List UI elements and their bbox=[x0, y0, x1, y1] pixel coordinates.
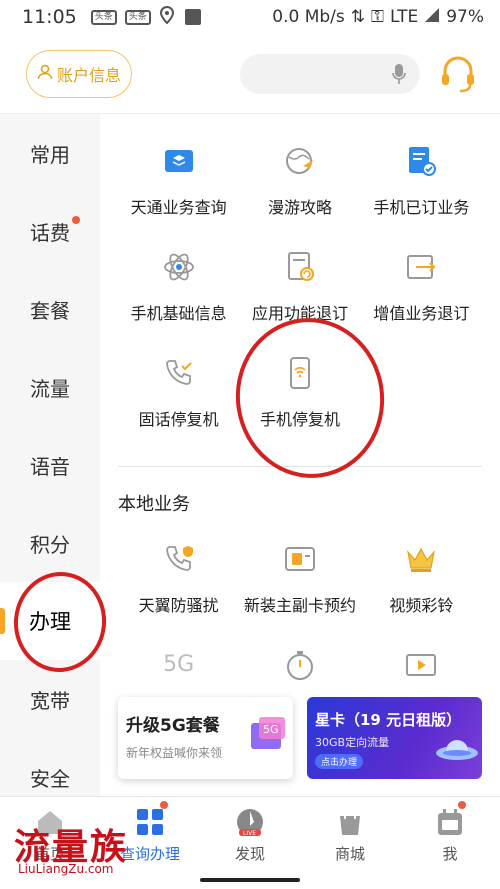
service-label: 新装主副卡预约 bbox=[243, 596, 356, 615]
globe-plane-icon bbox=[283, 144, 317, 178]
notification-dot bbox=[458, 801, 466, 809]
network-speed: 0.0 Mb/s bbox=[272, 7, 345, 27]
crown-icon bbox=[404, 542, 438, 576]
grid-apps-icon bbox=[135, 807, 165, 837]
square-icon bbox=[184, 9, 201, 25]
service-tiantong-query[interactable]: 天通业务查询 bbox=[118, 114, 239, 220]
sidebar-item-broadband[interactable]: 宽带 bbox=[0, 660, 100, 738]
watermark-url: LiuLiangZu.com bbox=[18, 862, 114, 876]
sidebar-item-points[interactable]: 积分 bbox=[0, 504, 100, 582]
service-label: 手机已订业务 bbox=[373, 198, 470, 217]
service-label: 视频彩铃 bbox=[389, 596, 454, 615]
sidebar-item-label: 套餐 bbox=[30, 298, 70, 323]
location-icon bbox=[159, 5, 175, 29]
account-info-label: 账户信息 bbox=[56, 66, 121, 85]
tab-me[interactable]: 我 bbox=[400, 797, 500, 876]
timer-icon bbox=[283, 648, 317, 682]
svg-text:LIVE: LIVE bbox=[243, 830, 256, 837]
5g-gift-icon: 5G bbox=[245, 711, 289, 759]
svg-text:5G: 5G bbox=[263, 723, 279, 736]
shopping-bag-icon bbox=[335, 807, 365, 837]
sidebar-item-common[interactable]: 常用 bbox=[0, 114, 100, 192]
satellite-card-icon bbox=[162, 144, 196, 178]
home-indicator[interactable] bbox=[200, 878, 300, 882]
service-label: 天翼防骚扰 bbox=[138, 596, 219, 615]
account-info-button[interactable]: 账户信息 bbox=[26, 50, 132, 98]
sidebar-item-label: 常用 bbox=[30, 142, 70, 167]
network-type: LTE bbox=[389, 7, 419, 27]
header: 账户信息 bbox=[0, 34, 500, 114]
status-time: 11:05 bbox=[22, 6, 77, 28]
live-compass-icon: LIVE bbox=[235, 807, 265, 837]
service-subscribed[interactable]: 手机已订业务 bbox=[361, 114, 482, 220]
service-phone-basic-info[interactable]: 手机基础信息 bbox=[118, 220, 239, 326]
service-label: 天通业务查询 bbox=[130, 198, 227, 217]
service-anti-harassment[interactable]: 天翼防骚扰 bbox=[118, 512, 239, 618]
video-play-icon bbox=[404, 648, 438, 682]
tab-label: 我 bbox=[442, 845, 458, 863]
promo-5g-upgrade[interactable]: 升级5G套餐 新年权益喊你来领 5G bbox=[118, 697, 293, 779]
sidebar-item-security[interactable]: 安全 bbox=[0, 738, 100, 796]
sidebar-item-label: 安全 bbox=[30, 766, 70, 791]
signal-icon bbox=[424, 7, 440, 28]
5g-icon: 5G bbox=[163, 652, 195, 677]
promo-star-card[interactable]: 星卡（19 元日租版） 30GB定向流量 点击办理 bbox=[307, 697, 482, 779]
data-arrows-icon: ⇅ bbox=[350, 7, 365, 27]
notification-dot bbox=[72, 216, 80, 224]
sidebar-item-voice[interactable]: 语音 bbox=[0, 426, 100, 504]
local-service-grid: 天翼防骚扰 新装主副卡预约 视频彩铃 5G bbox=[118, 512, 482, 724]
tab-label: 查询办理 bbox=[119, 845, 180, 863]
service-vas-unsubscribe[interactable]: 增值业务退订 bbox=[361, 220, 482, 326]
category-sidebar: 常用 话费 套餐 流量 语音 积分 办理 宽带 安全 bbox=[0, 114, 100, 796]
sidebar-item-data[interactable]: 流量 bbox=[0, 348, 100, 426]
tab-discover[interactable]: LIVE 发现 bbox=[200, 797, 300, 876]
check-in-calendar-icon bbox=[435, 807, 465, 837]
service-landline-suspend[interactable]: 固话停复机 bbox=[118, 326, 239, 432]
status-bar: 11:05 头条 头条 0.0 Mb/s ⇅ ⚿ LTE 97% bbox=[0, 0, 500, 34]
sidebar-item-label: 语音 bbox=[30, 454, 70, 479]
sidebar-item-label: 流量 bbox=[30, 376, 70, 401]
atom-icon bbox=[162, 250, 196, 284]
service-video-ringtone[interactable]: 视频彩铃 bbox=[361, 512, 482, 618]
ufo-icon bbox=[434, 731, 480, 771]
search-input[interactable] bbox=[240, 54, 420, 94]
key-icon: ⚿ bbox=[371, 7, 384, 27]
user-icon bbox=[37, 64, 53, 84]
tab-label: 发现 bbox=[234, 845, 265, 863]
phone-shield-icon bbox=[162, 542, 196, 576]
news-app-badge: 头条 bbox=[90, 9, 117, 25]
tab-mall[interactable]: 商城 bbox=[300, 797, 400, 876]
service-label: 增值业务退订 bbox=[373, 304, 470, 323]
service-new-card-booking[interactable]: 新装主副卡预约 bbox=[239, 512, 360, 618]
service-label: 漫游攻略 bbox=[267, 198, 332, 217]
notification-dot bbox=[160, 801, 168, 809]
sidebar-item-label: 话费 bbox=[30, 220, 70, 245]
phone-check-icon bbox=[162, 356, 196, 390]
box-arrow-icon bbox=[404, 250, 438, 284]
battery-percent: 97% bbox=[446, 7, 484, 27]
service-label: 手机基础信息 bbox=[130, 304, 227, 323]
service-roaming-guide[interactable]: 漫游攻略 bbox=[239, 114, 360, 220]
sim-card-icon bbox=[283, 542, 317, 576]
promo-title: 星卡（19 元日租版） bbox=[315, 711, 462, 729]
promo-apply-button[interactable]: 点击办理 bbox=[315, 754, 364, 769]
service-label: 固话停复机 bbox=[138, 410, 219, 429]
news-app-badge-2: 头条 bbox=[124, 9, 151, 25]
microphone-icon[interactable] bbox=[392, 63, 406, 85]
sidebar-item-package[interactable]: 套餐 bbox=[0, 270, 100, 348]
document-refresh-icon bbox=[283, 250, 317, 284]
customer-service-icon[interactable] bbox=[440, 54, 476, 94]
document-check-icon bbox=[404, 144, 438, 178]
sidebar-item-label: 积分 bbox=[30, 532, 70, 557]
sidebar-item-phone-fee[interactable]: 话费 bbox=[0, 192, 100, 270]
sidebar-item-label: 宽带 bbox=[30, 688, 70, 713]
promo-banners: 升级5G套餐 新年权益喊你来领 5G 星卡（19 元日租版） 30GB定向流量 … bbox=[118, 697, 482, 779]
tab-label: 商城 bbox=[334, 845, 365, 863]
service-app-unsubscribe[interactable]: 应用功能退订 bbox=[239, 220, 360, 326]
